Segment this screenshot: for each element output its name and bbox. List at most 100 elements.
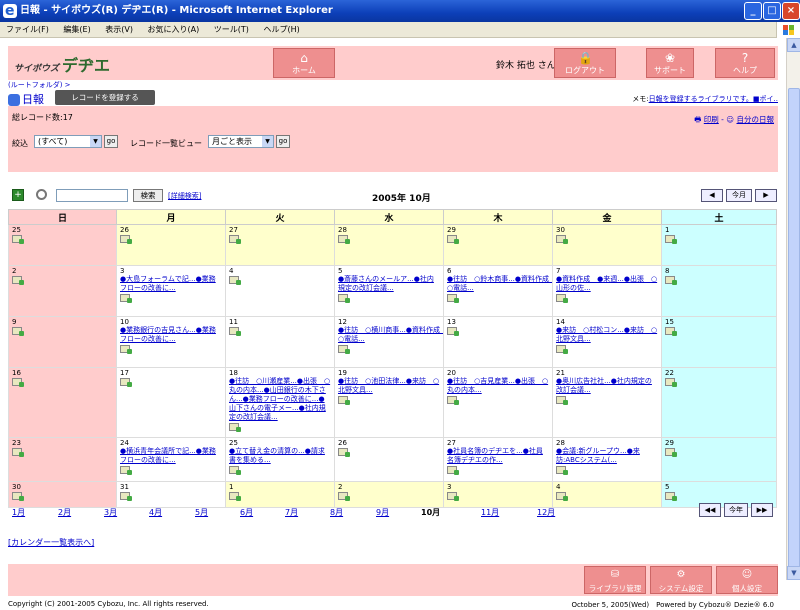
logout-button[interactable]: 🔒 ログアウト bbox=[554, 48, 616, 78]
help-button[interactable]: ? ヘルプ bbox=[715, 48, 775, 78]
day-number[interactable]: 21 bbox=[556, 369, 658, 377]
add-record-icon[interactable] bbox=[665, 235, 677, 244]
month-link[interactable]: 12月 bbox=[537, 507, 555, 518]
month-link[interactable]: 1月 bbox=[12, 507, 25, 518]
home-button[interactable]: ⌂ ホーム bbox=[273, 48, 335, 78]
day-number[interactable]: 26 bbox=[120, 226, 222, 234]
add-record-icon[interactable] bbox=[229, 235, 241, 244]
day-number[interactable]: 20 bbox=[447, 369, 549, 377]
month-link[interactable]: 5月 bbox=[195, 507, 208, 518]
add-record-icon[interactable] bbox=[556, 396, 568, 405]
add-record-icon[interactable] bbox=[12, 235, 24, 244]
day-number[interactable]: 4 bbox=[229, 267, 331, 275]
day-number[interactable]: 26 bbox=[338, 439, 440, 447]
add-record-icon[interactable] bbox=[447, 492, 459, 501]
calendar-list-link[interactable]: [カレンダー一覧表示へ] bbox=[8, 537, 94, 548]
add-record-icon[interactable] bbox=[338, 492, 350, 501]
day-number[interactable]: 1 bbox=[229, 483, 331, 491]
day-number[interactable]: 15 bbox=[665, 318, 773, 326]
day-number[interactable]: 7 bbox=[556, 267, 658, 275]
menu-view[interactable]: 表示(V) bbox=[99, 22, 139, 38]
breadcrumb[interactable]: (ルートフォルダ) > bbox=[8, 80, 71, 90]
add-record-icon[interactable] bbox=[229, 492, 241, 501]
day-number[interactable]: 18 bbox=[229, 369, 331, 377]
add-record-icon[interactable] bbox=[665, 378, 677, 387]
calendar-event-link[interactable]: ●社員名簿のデヂエを...●社員名簿デヂエの作... bbox=[447, 447, 549, 465]
add-record-icon[interactable] bbox=[665, 492, 677, 501]
month-link[interactable]: 9月 bbox=[376, 507, 389, 518]
day-number[interactable]: 3 bbox=[447, 483, 549, 491]
menu-tools[interactable]: ツール(T) bbox=[208, 22, 255, 38]
scroll-down-icon[interactable]: ▼ bbox=[787, 566, 800, 580]
add-record-icon[interactable] bbox=[120, 466, 132, 475]
minimize-button[interactable]: _ bbox=[744, 2, 762, 20]
add-record-icon[interactable] bbox=[665, 276, 677, 285]
maximize-button[interactable]: □ bbox=[763, 2, 781, 20]
day-number[interactable]: 30 bbox=[556, 226, 658, 234]
day-number[interactable]: 25 bbox=[12, 226, 113, 234]
day-number[interactable]: 16 bbox=[12, 369, 113, 377]
calendar-event-link[interactable]: ●往訪 ○池田法律...●来訪 ○北野文具... bbox=[338, 377, 440, 395]
day-number[interactable]: 19 bbox=[338, 369, 440, 377]
close-button[interactable]: × bbox=[782, 2, 800, 20]
calendar-event-link[interactable]: ●斎藤さんのメールア...●社内規定の改訂会議... bbox=[338, 275, 440, 293]
menu-help[interactable]: ヘルプ(H) bbox=[257, 22, 305, 38]
add-record-icon[interactable] bbox=[12, 492, 24, 501]
day-number[interactable]: 24 bbox=[120, 439, 222, 447]
calendar-event-link[interactable]: ●往訪 ○鈴木商事...●資料作成 ○電話... bbox=[447, 275, 552, 293]
day-number[interactable]: 13 bbox=[447, 318, 549, 326]
menu-edit[interactable]: 編集(E) bbox=[57, 22, 96, 38]
day-number[interactable]: 23 bbox=[12, 439, 113, 447]
add-record-icon[interactable] bbox=[447, 466, 459, 475]
print-link[interactable]: 印刷 bbox=[704, 115, 719, 124]
filter-go-button[interactable]: go bbox=[104, 135, 118, 148]
personal-settings-button[interactable]: ☺ 個人設定 bbox=[716, 566, 778, 594]
month-link[interactable]: 7月 bbox=[285, 507, 298, 518]
advanced-search-link[interactable]: [詳細検索] bbox=[168, 191, 201, 201]
menu-favorites[interactable]: お気に入り(A) bbox=[142, 22, 206, 38]
day-number[interactable]: 1 bbox=[665, 226, 773, 234]
add-record-icon[interactable] bbox=[556, 345, 568, 354]
day-number[interactable]: 3 bbox=[120, 267, 222, 275]
month-link[interactable]: 4月 bbox=[149, 507, 162, 518]
filter-select[interactable]: (すべて) ▼ bbox=[34, 135, 102, 148]
day-number[interactable]: 2 bbox=[12, 267, 113, 275]
add-record-icon[interactable] bbox=[120, 345, 132, 354]
day-number[interactable]: 6 bbox=[447, 267, 549, 275]
day-number[interactable]: 5 bbox=[338, 267, 440, 275]
add-record-icon[interactable] bbox=[556, 492, 568, 501]
day-number[interactable]: 29 bbox=[665, 439, 773, 447]
add-record-icon[interactable] bbox=[229, 466, 241, 475]
add-record-icon[interactable] bbox=[229, 327, 241, 336]
day-number[interactable]: 27 bbox=[447, 439, 549, 447]
memo-link[interactable]: 日報を登録するライブラリです。■ポイ.. bbox=[649, 95, 778, 103]
this-year-button[interactable]: 今年 bbox=[724, 503, 748, 517]
calendar-event-link[interactable]: ●往訪 ○横川商事...●資料作成 ○電話... bbox=[338, 326, 443, 344]
add-record-icon[interactable] bbox=[120, 492, 132, 501]
add-record-icon[interactable] bbox=[556, 294, 568, 303]
month-link[interactable]: 2月 bbox=[58, 507, 71, 518]
day-number[interactable]: 27 bbox=[229, 226, 331, 234]
calendar-event-link[interactable]: ●奥川広告社社...●社内規定の改訂会議... bbox=[556, 377, 658, 395]
prev-month-button[interactable]: ◀ bbox=[701, 189, 723, 202]
my-report-link[interactable]: 自分の日報 bbox=[737, 115, 775, 124]
month-link[interactable]: 11月 bbox=[481, 507, 499, 518]
this-month-button[interactable]: 今月 bbox=[726, 189, 752, 202]
day-number[interactable]: 17 bbox=[120, 369, 222, 377]
add-record-icon[interactable] bbox=[665, 327, 677, 336]
day-number[interactable]: 29 bbox=[447, 226, 549, 234]
calendar-event-link[interactable]: ●業務銀行の吉見さん...●業務フローの改善に... bbox=[120, 326, 222, 344]
next-month-button[interactable]: ▶ bbox=[755, 189, 777, 202]
calendar-event-link[interactable]: ●大島フォーラムで記...●業務フローの改善に... bbox=[120, 275, 222, 293]
calendar-event-link[interactable]: ●往訪 ○吉見産業...●出張 ○丸の内本... bbox=[447, 377, 549, 395]
view-select[interactable]: 月ごと表示 ▼ bbox=[208, 135, 274, 148]
add-record-icon[interactable] bbox=[338, 396, 350, 405]
calendar-event-link[interactable]: ●会議:新グループウ...●来訪:ABCシステム(... bbox=[556, 447, 658, 465]
calendar-event-link[interactable]: ●横浜青年会議所で記...●業務フローの改善に... bbox=[120, 447, 222, 465]
day-number[interactable]: 4 bbox=[556, 483, 658, 491]
day-number[interactable]: 22 bbox=[665, 369, 773, 377]
day-number[interactable]: 11 bbox=[229, 318, 331, 326]
vertical-scrollbar[interactable]: ▲ ▼ bbox=[786, 38, 800, 580]
add-record-icon[interactable] bbox=[447, 235, 459, 244]
day-number[interactable]: 10 bbox=[120, 318, 222, 326]
